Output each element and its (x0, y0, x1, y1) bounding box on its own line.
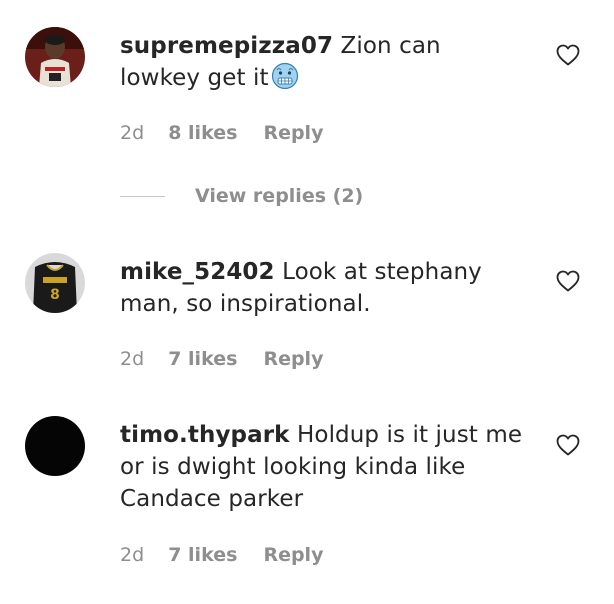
view-replies-button[interactable]: View replies (2) (120, 183, 363, 209)
cold-face-emoji-icon (271, 62, 298, 90)
comment-time[interactable]: 2d (120, 347, 144, 371)
svg-text:8: 8 (50, 287, 60, 303)
comment-likes[interactable]: 7 likes (168, 347, 237, 371)
comment-meta: 2d 7 likes Reply (120, 543, 323, 567)
comment-meta: 2d 8 likes Reply (120, 121, 323, 145)
comment-username[interactable]: mike_52402 (120, 259, 275, 285)
reply-button[interactable]: Reply (263, 347, 323, 371)
divider-line (120, 195, 165, 197)
like-heart-icon[interactable] (556, 270, 580, 292)
avatar[interactable] (25, 416, 85, 476)
comment-time[interactable]: 2d (120, 543, 144, 567)
avatar-image (25, 27, 85, 87)
reply-button[interactable]: Reply (263, 543, 323, 567)
comment-username[interactable]: timo.thypark (120, 422, 290, 448)
avatar[interactable]: 8 (25, 253, 85, 313)
comment-text: supremepizza07 Zion can lowkey get it (120, 30, 525, 94)
comment-text: mike_52402 Look at stephany man, so insp… (120, 256, 525, 320)
avatar[interactable] (25, 27, 85, 87)
like-heart-icon[interactable] (556, 44, 580, 66)
comment-meta: 2d 7 likes Reply (120, 347, 323, 371)
view-replies-label: View replies (2) (195, 185, 364, 207)
comment-text: timo.thypark Holdup is it just me or is … (120, 419, 525, 515)
reply-button[interactable]: Reply (263, 121, 323, 145)
comment-time[interactable]: 2d (120, 121, 144, 145)
avatar-image (25, 416, 85, 476)
like-heart-icon[interactable] (556, 434, 580, 456)
comment-likes[interactable]: 8 likes (168, 121, 237, 145)
comment-username[interactable]: supremepizza07 (120, 33, 333, 59)
avatar-image: 8 (25, 253, 85, 313)
comment-likes[interactable]: 7 likes (168, 543, 237, 567)
